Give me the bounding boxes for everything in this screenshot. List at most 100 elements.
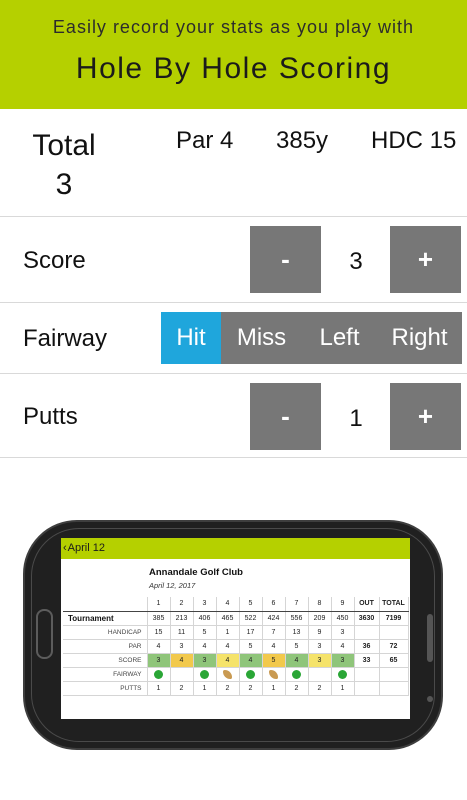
hole-score: 3 bbox=[193, 653, 217, 668]
hole-fairway bbox=[239, 667, 263, 682]
hole-putts: 1 bbox=[262, 681, 286, 696]
fairway-segmented-control: Hit Miss Left Right bbox=[161, 312, 462, 364]
hole-fairway bbox=[285, 667, 309, 682]
scorecard-hole-header-row: 1 2 3 4 5 6 7 8 9 OUT TOTAL bbox=[63, 597, 409, 612]
phone-screen: ‹April 12 Annandale Golf Club April 12, … bbox=[61, 538, 410, 719]
hole-par: Par 4 bbox=[176, 127, 234, 154]
hole-par: 4 bbox=[147, 639, 171, 654]
hole-yardage: 385y bbox=[276, 127, 329, 154]
handicap-out-cell bbox=[354, 625, 380, 640]
hole-par: 4 bbox=[193, 639, 217, 654]
hole-number: 6 bbox=[262, 597, 286, 612]
hole-putts: 1 bbox=[147, 681, 171, 696]
hole-fairway bbox=[147, 667, 171, 682]
screen-round-date: April 12, 2017 bbox=[149, 581, 196, 590]
hole-score: 3 bbox=[147, 653, 171, 668]
hole-score: 4 bbox=[216, 653, 240, 668]
score-row: Score - 3 + bbox=[0, 217, 467, 303]
putts-row: Putts - 1 + bbox=[0, 374, 467, 458]
hole-par: 3 bbox=[308, 639, 332, 654]
hole-fairway bbox=[170, 667, 194, 682]
screen-club-name: Annandale Golf Club bbox=[149, 567, 243, 578]
putts-decrement-button[interactable]: - bbox=[250, 383, 321, 450]
hole-handicap: 9 bbox=[308, 625, 332, 640]
fairway-option-miss[interactable]: Miss bbox=[221, 312, 302, 364]
hole-par: 4 bbox=[262, 639, 286, 654]
handicap-row-label: HANDICAP bbox=[63, 625, 148, 640]
hole-par: 5 bbox=[285, 639, 309, 654]
score-increment-button[interactable]: + bbox=[390, 226, 461, 293]
screen-back-label: April 12 bbox=[67, 542, 105, 554]
fairway-option-left[interactable]: Left bbox=[302, 312, 377, 364]
scorecard-fairway-row: FAIRWAY bbox=[63, 667, 409, 682]
hole-putts: 1 bbox=[193, 681, 217, 696]
hole-handicap: 17 bbox=[239, 625, 263, 640]
scorecard-par-row: PAR 4 3 4 4 5 4 5 3 4 36 72 bbox=[63, 639, 409, 654]
putts-out-cell bbox=[354, 681, 380, 696]
par-total: 72 bbox=[379, 639, 409, 654]
fairway-row-label: FAIRWAY bbox=[63, 667, 148, 682]
hole-summary: Total 3 Par 4 385y HDC 15 bbox=[0, 109, 467, 217]
screen-back-button[interactable]: ‹April 12 bbox=[63, 542, 105, 554]
hole-par: 3 bbox=[170, 639, 194, 654]
fairway-hit-icon bbox=[154, 669, 163, 679]
hole-fairway bbox=[216, 667, 240, 682]
fairway-label: Fairway bbox=[23, 325, 108, 352]
fairway-row: Fairway Hit Miss Left Right bbox=[0, 303, 467, 374]
hole-yardage: 556 bbox=[285, 611, 309, 626]
hole-yardage: 522 bbox=[239, 611, 263, 626]
hole-yardage: 213 bbox=[170, 611, 194, 626]
scorecard-yardage-row: Tournament 385 213 406 465 522 424 556 209 450 363… bbox=[63, 611, 409, 626]
score-row-label: SCORE bbox=[63, 653, 148, 668]
yardage-total: 7199 bbox=[379, 611, 409, 626]
putts-row-label: PUTTS bbox=[63, 681, 148, 696]
hole-number: 7 bbox=[285, 597, 309, 612]
hole-par: 4 bbox=[216, 639, 240, 654]
hole-putts: 1 bbox=[331, 681, 355, 696]
hole-handicap: 7 bbox=[262, 625, 286, 640]
hole-handicap: 11 bbox=[170, 625, 194, 640]
promo-title: Hole By Hole Scoring bbox=[75, 52, 392, 85]
hole-handicap: HDC 15 bbox=[371, 127, 457, 154]
scorecard-score-row: SCORE 3 4 3 4 4 5 4 3 3 33 65 bbox=[63, 653, 409, 668]
scorecard-table: 1 2 3 4 5 6 7 8 9 OUT TOTAL Tournament 385 213 406 465 5… bbox=[63, 597, 409, 696]
total-header: TOTAL bbox=[379, 597, 409, 612]
fairway-hit-icon bbox=[246, 669, 255, 679]
score-value: 3 bbox=[349, 248, 363, 275]
putts-label: Putts bbox=[23, 403, 78, 430]
hole-handicap: 3 bbox=[331, 625, 355, 640]
hole-putts: 2 bbox=[308, 681, 332, 696]
hole-number: 5 bbox=[239, 597, 263, 612]
hole-number: 3 bbox=[193, 597, 217, 612]
hole-yardage: 424 bbox=[262, 611, 286, 626]
hole-par: 4 bbox=[331, 639, 355, 654]
hole-handicap: 15 bbox=[147, 625, 171, 640]
hole-number: 4 bbox=[216, 597, 240, 612]
fairway-hit-icon bbox=[292, 669, 301, 679]
scorecard-corner-cell bbox=[63, 597, 148, 612]
fairway-miss-icon bbox=[269, 669, 278, 679]
fairway-option-hit[interactable]: Hit bbox=[161, 312, 221, 364]
hole-number: 1 bbox=[147, 597, 171, 612]
hole-fairway bbox=[193, 667, 217, 682]
fairway-miss-icon bbox=[223, 669, 232, 679]
hole-score: 3 bbox=[331, 653, 355, 668]
score-total: 65 bbox=[379, 653, 409, 668]
score-decrement-button[interactable]: - bbox=[250, 226, 321, 293]
fairway-hit-icon bbox=[200, 669, 209, 679]
promo-subtitle: Easily record your stats as you play wit… bbox=[52, 17, 415, 37]
total-value: 3 bbox=[55, 168, 73, 201]
fairway-option-right[interactable]: Right bbox=[377, 312, 462, 364]
score-label: Score bbox=[23, 247, 86, 274]
chevron-left-icon: ‹ bbox=[63, 542, 67, 554]
phone-home-button bbox=[36, 609, 53, 659]
hole-yardage: 209 bbox=[308, 611, 332, 626]
putts-increment-button[interactable]: + bbox=[390, 383, 461, 450]
hole-yardage: 406 bbox=[193, 611, 217, 626]
hole-number: 9 bbox=[331, 597, 355, 612]
hole-yardage: 450 bbox=[331, 611, 355, 626]
hole-putts: 2 bbox=[170, 681, 194, 696]
phone-sensor bbox=[427, 696, 433, 702]
putts-total-cell bbox=[379, 681, 409, 696]
par-out: 36 bbox=[354, 639, 380, 654]
